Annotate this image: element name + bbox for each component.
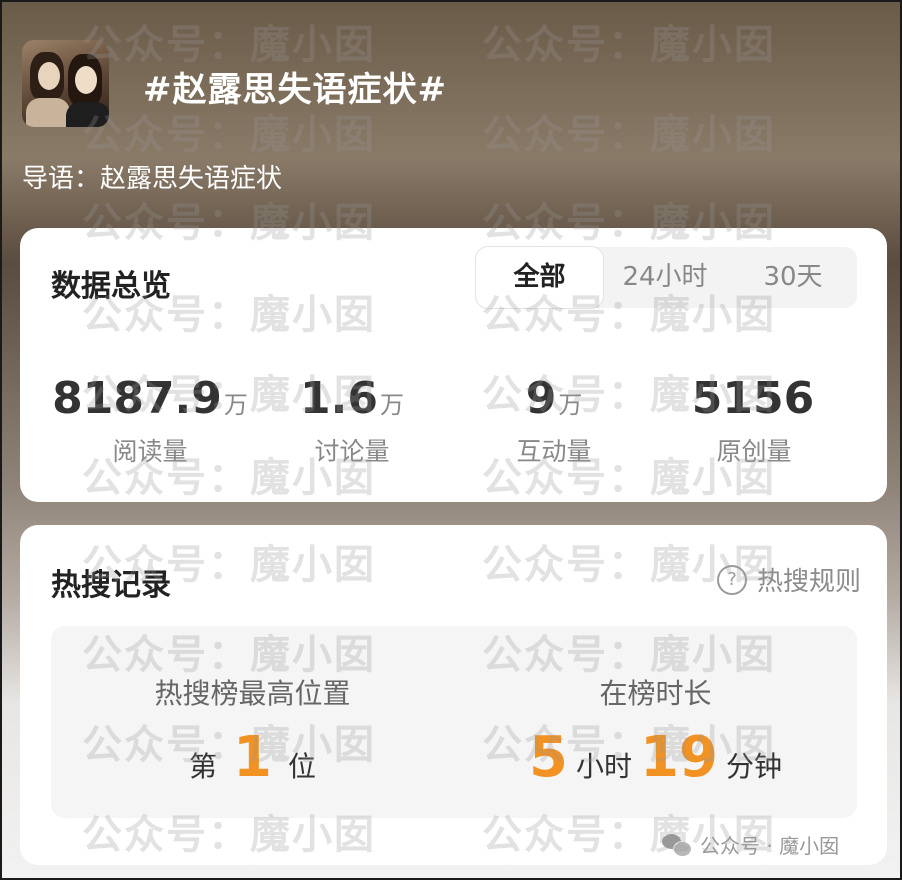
duration-minutes: 19 xyxy=(640,725,718,790)
stat-unit: 万 xyxy=(223,391,248,419)
lead-label: 导语： xyxy=(22,164,101,194)
minutes-unit: 分钟 xyxy=(725,750,782,783)
watermark-text: 公众号：魔小囡 xyxy=(482,22,776,68)
overview-title: 数据总览 xyxy=(51,269,171,304)
tab-30d[interactable]: 30天 xyxy=(734,247,852,308)
highest-rank-label: 热搜榜最高位置 xyxy=(154,677,351,710)
duration-block: 在榜时长 5 小时 19 分钟 xyxy=(454,626,857,786)
rank-suffix: 位 xyxy=(287,750,316,783)
stat-originals: 5156 原创量 xyxy=(654,374,854,468)
stat-unit: 万 xyxy=(379,391,404,419)
hot-search-card: 热搜记录 ? 热搜规则 热搜榜最高位置 第 1 位 在榜时长 5 小时 19 分… xyxy=(20,525,887,865)
stat-value: 8187.9 xyxy=(52,373,222,424)
tab-24h[interactable]: 24小时 xyxy=(606,247,724,308)
record-box: 热搜榜最高位置 第 1 位 在榜时长 5 小时 19 分钟 xyxy=(51,626,857,818)
rules-label: 热搜规则 xyxy=(756,567,861,597)
stat-discussions: 1.6万 讨论量 xyxy=(252,374,452,468)
stat-label: 互动量 xyxy=(516,437,592,466)
stat-reads: 8187.9万 阅读量 xyxy=(50,374,250,468)
highest-rank-block: 热搜榜最高位置 第 1 位 xyxy=(51,626,454,786)
lead-content: 赵露思失语症状 xyxy=(100,164,283,194)
lead-text: 导语：赵露思失语症状 xyxy=(22,158,282,195)
hot-search-rules-link[interactable]: ? 热搜规则 xyxy=(716,561,861,598)
stat-value: 9 xyxy=(525,373,557,424)
stat-unit: 万 xyxy=(558,391,583,419)
rank-value: 1 xyxy=(233,725,272,790)
wechat-icon xyxy=(662,833,692,857)
data-overview-card: 数据总览 全部 24小时 30天 8187.9万 阅读量 1.6万 讨论量 9万… xyxy=(20,228,887,502)
time-range-tabs: 全部 24小时 30天 xyxy=(476,247,857,308)
watermark-text: 公众号：魔小囡 xyxy=(482,112,776,158)
account-footer: 公众号 · 魔小囡 xyxy=(662,830,839,859)
topic-avatar[interactable] xyxy=(22,40,109,127)
duration-hours: 5 xyxy=(529,725,568,790)
stats-row: 8187.9万 阅读量 1.6万 讨论量 9万 互动量 5156 原创量 xyxy=(20,374,887,467)
duration-label: 在榜时长 xyxy=(599,677,712,710)
stat-interactions: 9万 互动量 xyxy=(454,374,654,468)
question-circle-icon: ? xyxy=(716,564,747,595)
rank-prefix: 第 xyxy=(189,750,218,783)
stat-value: 1.6 xyxy=(300,373,378,424)
tab-all[interactable]: 全部 xyxy=(476,247,603,308)
stat-label: 阅读量 xyxy=(112,437,188,466)
hot-search-title: 热搜记录 xyxy=(51,568,171,603)
stat-value: 5156 xyxy=(691,373,815,424)
stat-label: 讨论量 xyxy=(314,437,390,466)
stat-label: 原创量 xyxy=(716,437,792,466)
footer-text: 公众号 · 魔小囡 xyxy=(700,834,840,858)
hours-unit: 小时 xyxy=(576,750,633,783)
topic-title: #赵露思失语症状# xyxy=(143,70,447,110)
